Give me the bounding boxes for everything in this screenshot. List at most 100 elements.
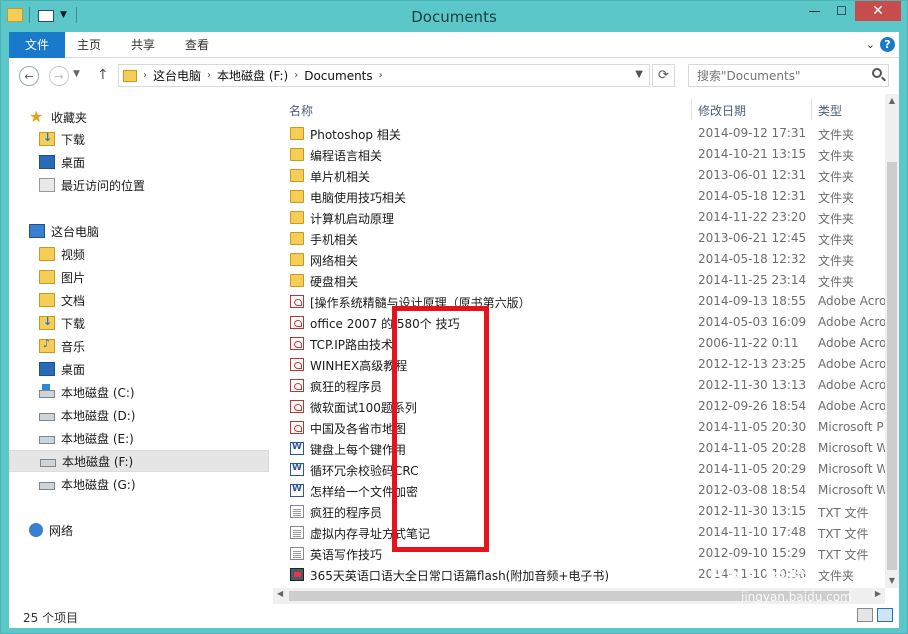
file-name[interactable]: 手机相关 bbox=[310, 231, 358, 248]
details-view-icon[interactable] bbox=[857, 608, 873, 622]
chevron-right-icon[interactable]: › bbox=[143, 70, 147, 81]
sidebar-item-drive-c[interactable]: 本地磁盘 (C:) bbox=[9, 381, 269, 403]
help-icon[interactable]: ? bbox=[880, 37, 895, 52]
sidebar-item-videos[interactable]: 视频 bbox=[9, 243, 269, 265]
file-name[interactable]: 365天英语口语大全日常口语篇flash(附加音频+电子书) bbox=[310, 567, 609, 584]
sidebar-item-label: 桌面 bbox=[61, 155, 86, 170]
file-row[interactable]: 电脑使用技巧相关 2014-05-18 12:31 文件夹 bbox=[279, 186, 885, 207]
thumbnail-view-icon[interactable] bbox=[877, 608, 893, 622]
vertical-scrollbar[interactable]: ▲ ▼ bbox=[885, 94, 899, 588]
file-row[interactable]: 硬盘相关 2014-11-25 23:14 文件夹 bbox=[279, 270, 885, 291]
search-input[interactable]: 搜索"Documents" bbox=[688, 64, 889, 87]
file-name[interactable]: 电脑使用技巧相关 bbox=[310, 189, 406, 206]
forward-button[interactable]: → bbox=[49, 66, 69, 86]
sidebar-item-music[interactable]: 音乐 bbox=[9, 335, 269, 357]
scroll-down-icon[interactable]: ▼ bbox=[885, 574, 899, 588]
file-name[interactable]: 网络相关 bbox=[310, 252, 358, 269]
file-row[interactable]: 微软面试100题系列 2012-09-26 18:54 Adobe Acro bbox=[279, 396, 885, 417]
file-name[interactable]: 疯狂的程序员 bbox=[310, 378, 382, 395]
tab-file[interactable]: 文件 bbox=[9, 32, 65, 58]
file-name[interactable]: 硬盘相关 bbox=[310, 273, 358, 290]
sidebar-item-downloads[interactable]: 下载 bbox=[9, 312, 269, 334]
back-button[interactable]: ← bbox=[19, 66, 39, 86]
sidebar-item-drive-e[interactable]: 本地磁盘 (E:) bbox=[9, 427, 269, 449]
column-type[interactable]: 类型 bbox=[818, 102, 842, 119]
sidebar-item-recent[interactable]: 最近访问的位置 bbox=[9, 174, 269, 196]
file-row[interactable]: 中国及各省市地图 2014-11-05 20:30 Microsoft P bbox=[279, 417, 885, 438]
expand-ribbon-icon[interactable]: ⌄ bbox=[866, 38, 875, 51]
file-row[interactable]: [操作系统精髓与设计原理（原书第六版） 2014-09-13 18:55 Adobe… bbox=[279, 291, 885, 312]
file-name[interactable]: 英语写作技巧 bbox=[310, 546, 382, 563]
sidebar-item-desktop[interactable]: 桌面 bbox=[9, 358, 269, 380]
refresh-button[interactable]: ⟳ bbox=[652, 64, 675, 87]
file-row[interactable]: 计算机启动原理 2014-11-22 23:20 文件夹 bbox=[279, 207, 885, 228]
sidebar-item-pictures[interactable]: 图片 bbox=[9, 266, 269, 288]
file-row[interactable]: Photoshop 相关 2014-09-12 17:31 文件夹 bbox=[279, 123, 885, 144]
breadcrumb-documents[interactable]: Documents bbox=[304, 69, 372, 83]
breadcrumb-this-pc[interactable]: 这台电脑 bbox=[153, 67, 201, 84]
file-name[interactable]: [操作系统精髓与设计原理（原书第六版） bbox=[310, 294, 531, 311]
file-name[interactable]: 疯狂的程序员 bbox=[310, 504, 382, 521]
file-row[interactable]: 疯狂的程序员 2012-11-30 13:15 TXT 文件 bbox=[279, 501, 885, 522]
close-button[interactable]: ✕ bbox=[855, 1, 901, 21]
sidebar-item-drive-f[interactable]: 本地磁盘 (F:) bbox=[9, 450, 269, 472]
file-row[interactable]: 疯狂的程序员 2012-11-30 13:13 Adobe Acro bbox=[279, 375, 885, 396]
chevron-right-icon[interactable]: › bbox=[294, 70, 298, 81]
sidebar-item-downloads[interactable]: 下载 bbox=[9, 128, 269, 150]
column-name[interactable]: 名称 bbox=[289, 102, 313, 119]
recent-locations-icon[interactable]: ▼ bbox=[73, 69, 80, 79]
scrollbar-thumb[interactable] bbox=[887, 162, 897, 570]
breadcrumb-drive-f[interactable]: 本地磁盘 (F:) bbox=[217, 67, 288, 84]
maximize-button[interactable]: ☐ bbox=[828, 1, 855, 21]
tab-home[interactable]: 主页 bbox=[77, 32, 101, 58]
file-name[interactable]: 计算机启动原理 bbox=[310, 210, 394, 227]
address-bar[interactable]: › 这台电脑 › 本地磁盘 (F:) › Documents › ▼ bbox=[118, 64, 650, 87]
sidebar-item-documents[interactable]: 文档 bbox=[9, 289, 269, 311]
scroll-left-icon[interactable]: ◀ bbox=[277, 589, 283, 598]
sidebar-item-network[interactable]: 网络 bbox=[9, 519, 269, 541]
file-name[interactable]: 怎样给一个文件加密 bbox=[310, 483, 418, 500]
sidebar-item-drive-d[interactable]: 本地磁盘 (D:) bbox=[9, 404, 269, 426]
sidebar-item-desktop[interactable]: 桌面 bbox=[9, 151, 269, 173]
sidebar-item-favorites[interactable]: ★ 收藏夹 bbox=[9, 106, 269, 128]
file-row[interactable]: 怎样给一个文件加密 2012-03-08 18:54 Microsoft W bbox=[279, 480, 885, 501]
file-name[interactable]: 循环冗余校验码CRC bbox=[310, 462, 419, 479]
sidebar-item-this-pc[interactable]: 这台电脑 bbox=[9, 220, 269, 242]
file-row[interactable]: 循环冗余校验码CRC 2014-11-05 20:29 Microsoft W bbox=[279, 459, 885, 480]
word-document-icon bbox=[290, 442, 304, 455]
file-name[interactable]: office 2007 的 580个 技巧 bbox=[310, 315, 460, 332]
file-row[interactable]: 编程语言相关 2014-10-21 13:15 文件夹 bbox=[279, 144, 885, 165]
file-row[interactable]: office 2007 的 580个 技巧 2014-05-03 16:09 Ado… bbox=[279, 312, 885, 333]
file-name[interactable]: TCP.IP路由技术 bbox=[310, 336, 393, 353]
search-icon[interactable] bbox=[872, 68, 882, 78]
file-row[interactable]: 单片机相关 2013-06-01 12:31 文件夹 bbox=[279, 165, 885, 186]
tab-view[interactable]: 查看 bbox=[185, 32, 209, 58]
file-name[interactable]: 微软面试100题系列 bbox=[310, 399, 417, 416]
file-name[interactable]: 虚拟内存寻址方式笔记 bbox=[310, 525, 430, 542]
file-name[interactable]: 中国及各省市地图 bbox=[310, 420, 406, 437]
minimize-button[interactable]: — bbox=[801, 1, 828, 21]
file-row[interactable]: 键盘上每个键作用 2014-11-05 20:28 Microsoft W bbox=[279, 438, 885, 459]
file-name[interactable]: 编程语言相关 bbox=[310, 147, 382, 164]
file-name[interactable]: 键盘上每个键作用 bbox=[310, 441, 406, 458]
column-date-modified[interactable]: 修改日期 bbox=[698, 102, 746, 119]
sidebar-item-drive-g[interactable]: 本地磁盘 (G:) bbox=[9, 473, 269, 495]
up-button[interactable]: ↑ bbox=[97, 67, 109, 83]
file-row[interactable]: WINHEX高级教程 2012-12-13 23:25 Adobe Acro bbox=[279, 354, 885, 375]
tab-share[interactable]: 共享 bbox=[131, 32, 155, 58]
column-divider[interactable] bbox=[691, 98, 692, 120]
file-date: 2012-11-30 13:13 bbox=[698, 378, 807, 392]
file-name[interactable]: Photoshop 相关 bbox=[310, 126, 401, 143]
file-row[interactable]: 网络相关 2014-05-18 12:32 文件夹 bbox=[279, 249, 885, 270]
file-row[interactable]: 虚拟内存寻址方式笔记 2014-11-10 17:48 TXT 文件 bbox=[279, 522, 885, 543]
column-divider[interactable] bbox=[811, 98, 812, 120]
scroll-up-icon[interactable]: ▲ bbox=[885, 94, 899, 108]
scroll-right-icon[interactable]: ▶ bbox=[875, 589, 881, 598]
file-name[interactable]: WINHEX高级教程 bbox=[310, 357, 407, 374]
address-dropdown-icon[interactable]: ▼ bbox=[635, 69, 643, 80]
file-name[interactable]: 单片机相关 bbox=[310, 168, 370, 185]
file-row[interactable]: TCP.IP路由技术 2006-11-22 0:11 Adobe Acro bbox=[279, 333, 885, 354]
file-row[interactable]: 手机相关 2013-06-21 12:45 文件夹 bbox=[279, 228, 885, 249]
chevron-right-icon[interactable]: › bbox=[207, 70, 211, 81]
chevron-right-icon[interactable]: › bbox=[379, 70, 383, 81]
